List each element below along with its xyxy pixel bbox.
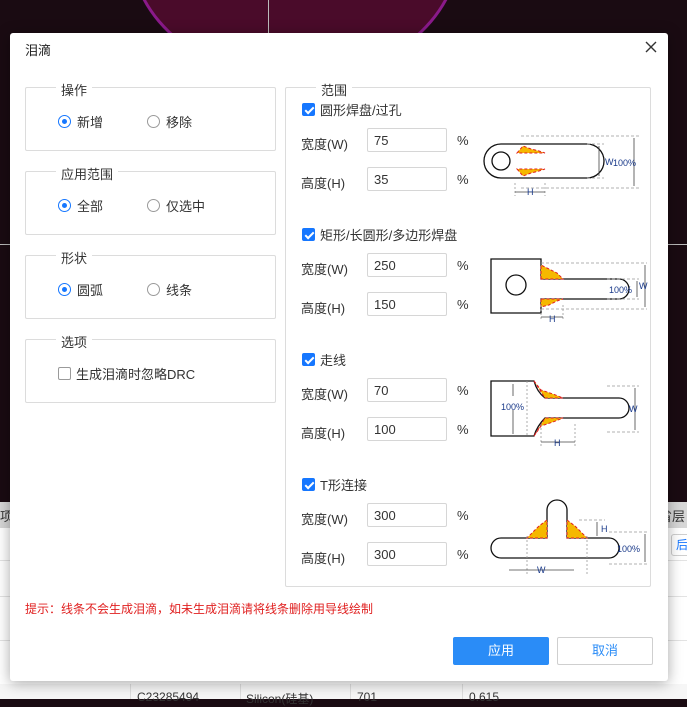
checkbox-label: 矩形/长圆形/多边形焊盘 <box>320 228 458 243</box>
table-cell: 701 <box>357 690 378 704</box>
diagram-pct-label: 100% <box>501 402 524 412</box>
round-pad-via-checkbox[interactable]: 圆形焊盘/过孔 <box>302 100 402 119</box>
diagram-w-label: W <box>537 565 546 575</box>
scope-selected-only-radio[interactable]: 仅选中 <box>147 196 205 215</box>
radio-unselected-icon <box>147 283 160 296</box>
round-pad-height-input[interactable] <box>367 167 447 191</box>
shape-legend: 形状 <box>56 248 93 267</box>
hint-text: 提示：线条不会生成泪滴，如未生成泪滴请将线条删除用导线绘制 <box>25 602 374 616</box>
radio-label: 圆弧 <box>77 283 104 298</box>
checkbox-checked-icon <box>302 103 315 116</box>
close-icon[interactable] <box>642 38 660 56</box>
diagram-h-label: H <box>601 524 608 534</box>
percent-unit: % <box>457 422 469 437</box>
operation-legend: 操作 <box>56 80 93 99</box>
percent-unit: % <box>457 508 469 523</box>
diagram-h-label: H <box>554 438 561 448</box>
rect-pad-width-input[interactable] <box>367 253 447 277</box>
checkbox-checked-icon <box>302 478 315 491</box>
track-height-input[interactable] <box>367 417 447 441</box>
table-row[interactable]: C23285494 Silicon(硅基) 701 0.615 <box>0 684 687 706</box>
scope-all-radio[interactable]: 全部 <box>58 196 103 215</box>
options-legend: 选项 <box>56 332 93 351</box>
radio-selected-icon <box>58 199 71 212</box>
rect-pad-height-input[interactable] <box>367 292 447 316</box>
radio-label: 新增 <box>77 115 104 130</box>
width-label: 宽度(W) <box>301 137 348 152</box>
checkbox-checked-icon <box>302 228 315 241</box>
checkbox-label: 走线 <box>320 353 347 368</box>
shape-arc-radio[interactable]: 圆弧 <box>58 280 103 299</box>
operation-add-radio[interactable]: 新增 <box>58 112 103 131</box>
cancel-button[interactable]: 取消 <box>557 637 653 665</box>
checkbox-checked-icon <box>302 353 315 366</box>
radio-label: 全部 <box>77 199 104 214</box>
percent-unit: % <box>457 258 469 273</box>
track-teardrop-diagram: 100% W H <box>490 380 639 448</box>
range-group: 范围 圆形焊盘/过孔 宽度(W) % 高度(H) % W 100% <box>285 80 651 587</box>
percent-unit: % <box>457 297 469 312</box>
checkbox-label: 圆形焊盘/过孔 <box>320 103 402 118</box>
dialog-header: 泪滴 <box>10 33 668 61</box>
rect-pad-checkbox[interactable]: 矩形/长圆形/多边形焊盘 <box>302 225 457 244</box>
panel-side-button[interactable]: 后 <box>671 534 687 556</box>
diagram-h-label: H <box>549 314 556 324</box>
ignore-drc-checkbox[interactable]: 生成泪滴时忽略DRC <box>58 364 195 383</box>
scope-legend: 应用范围 <box>56 164 119 183</box>
dialog-title: 泪滴 <box>25 43 52 58</box>
table-cell-divider <box>240 684 241 699</box>
checkbox-unchecked-icon <box>58 367 71 380</box>
t-junction-teardrop-diagram: H 100% W <box>490 499 647 575</box>
operation-group: 操作 新增 移除 <box>25 80 276 151</box>
apply-button[interactable]: 应用 <box>453 637 549 665</box>
table-cell-divider <box>350 684 351 699</box>
shape-line-radio[interactable]: 线条 <box>147 280 192 299</box>
percent-unit: % <box>457 547 469 562</box>
round-pad-teardrop-diagram: W 100% H <box>483 135 639 197</box>
height-label: 高度(H) <box>301 426 346 441</box>
height-label: 高度(H) <box>301 551 346 566</box>
radio-label: 移除 <box>166 115 193 130</box>
radio-selected-icon <box>58 283 71 296</box>
rect-pad-teardrop-diagram: 100% W H <box>490 258 648 324</box>
table-cell-divider <box>462 684 463 699</box>
t-junction-checkbox[interactable]: T形连接 <box>302 475 367 494</box>
t-junction-width-input[interactable] <box>367 503 447 527</box>
options-group: 选项 生成泪滴时忽略DRC <box>25 332 276 403</box>
operation-remove-radio[interactable]: 移除 <box>147 112 192 131</box>
radio-label: 线条 <box>166 283 193 298</box>
track-width-input[interactable] <box>367 378 447 402</box>
diagram-pct-label: 100% <box>617 544 640 554</box>
radio-unselected-icon <box>147 199 160 212</box>
table-cell: 0.615 <box>469 690 500 704</box>
scope-group: 应用范围 全部 仅选中 <box>25 164 276 235</box>
table-cell-divider <box>130 684 131 699</box>
track-checkbox[interactable]: 走线 <box>302 350 346 369</box>
width-label: 宽度(W) <box>301 512 348 527</box>
radio-selected-icon <box>58 115 71 128</box>
diagram-pct-label: 100% <box>609 285 632 295</box>
diagram-w-label: W <box>639 281 648 291</box>
checkbox-label: 生成泪滴时忽略DRC <box>76 367 196 382</box>
height-label: 高度(H) <box>301 301 346 316</box>
radio-unselected-icon <box>147 115 160 128</box>
width-label: 宽度(W) <box>301 387 348 402</box>
diagram-w-label: W <box>629 404 638 414</box>
teardrop-dialog: 泪滴 操作 新增 移除 应用范围 全部 仅选中 形状 圆弧 线条 选项 生成泪滴… <box>10 33 668 681</box>
percent-unit: % <box>457 133 469 148</box>
range-legend: 范围 <box>316 80 353 99</box>
checkbox-label: T形连接 <box>320 478 367 493</box>
height-label: 高度(H) <box>301 176 346 191</box>
t-junction-height-input[interactable] <box>367 542 447 566</box>
round-pad-width-input[interactable] <box>367 128 447 152</box>
diagram-h-label: H <box>527 187 534 197</box>
width-label: 宽度(W) <box>301 262 348 277</box>
percent-unit: % <box>457 172 469 187</box>
diagram-pct-label: 100% <box>613 158 636 168</box>
shape-group: 形状 圆弧 线条 <box>25 248 276 319</box>
radio-label: 仅选中 <box>166 199 206 214</box>
percent-unit: % <box>457 383 469 398</box>
table-cell: C23285494 <box>137 690 200 704</box>
